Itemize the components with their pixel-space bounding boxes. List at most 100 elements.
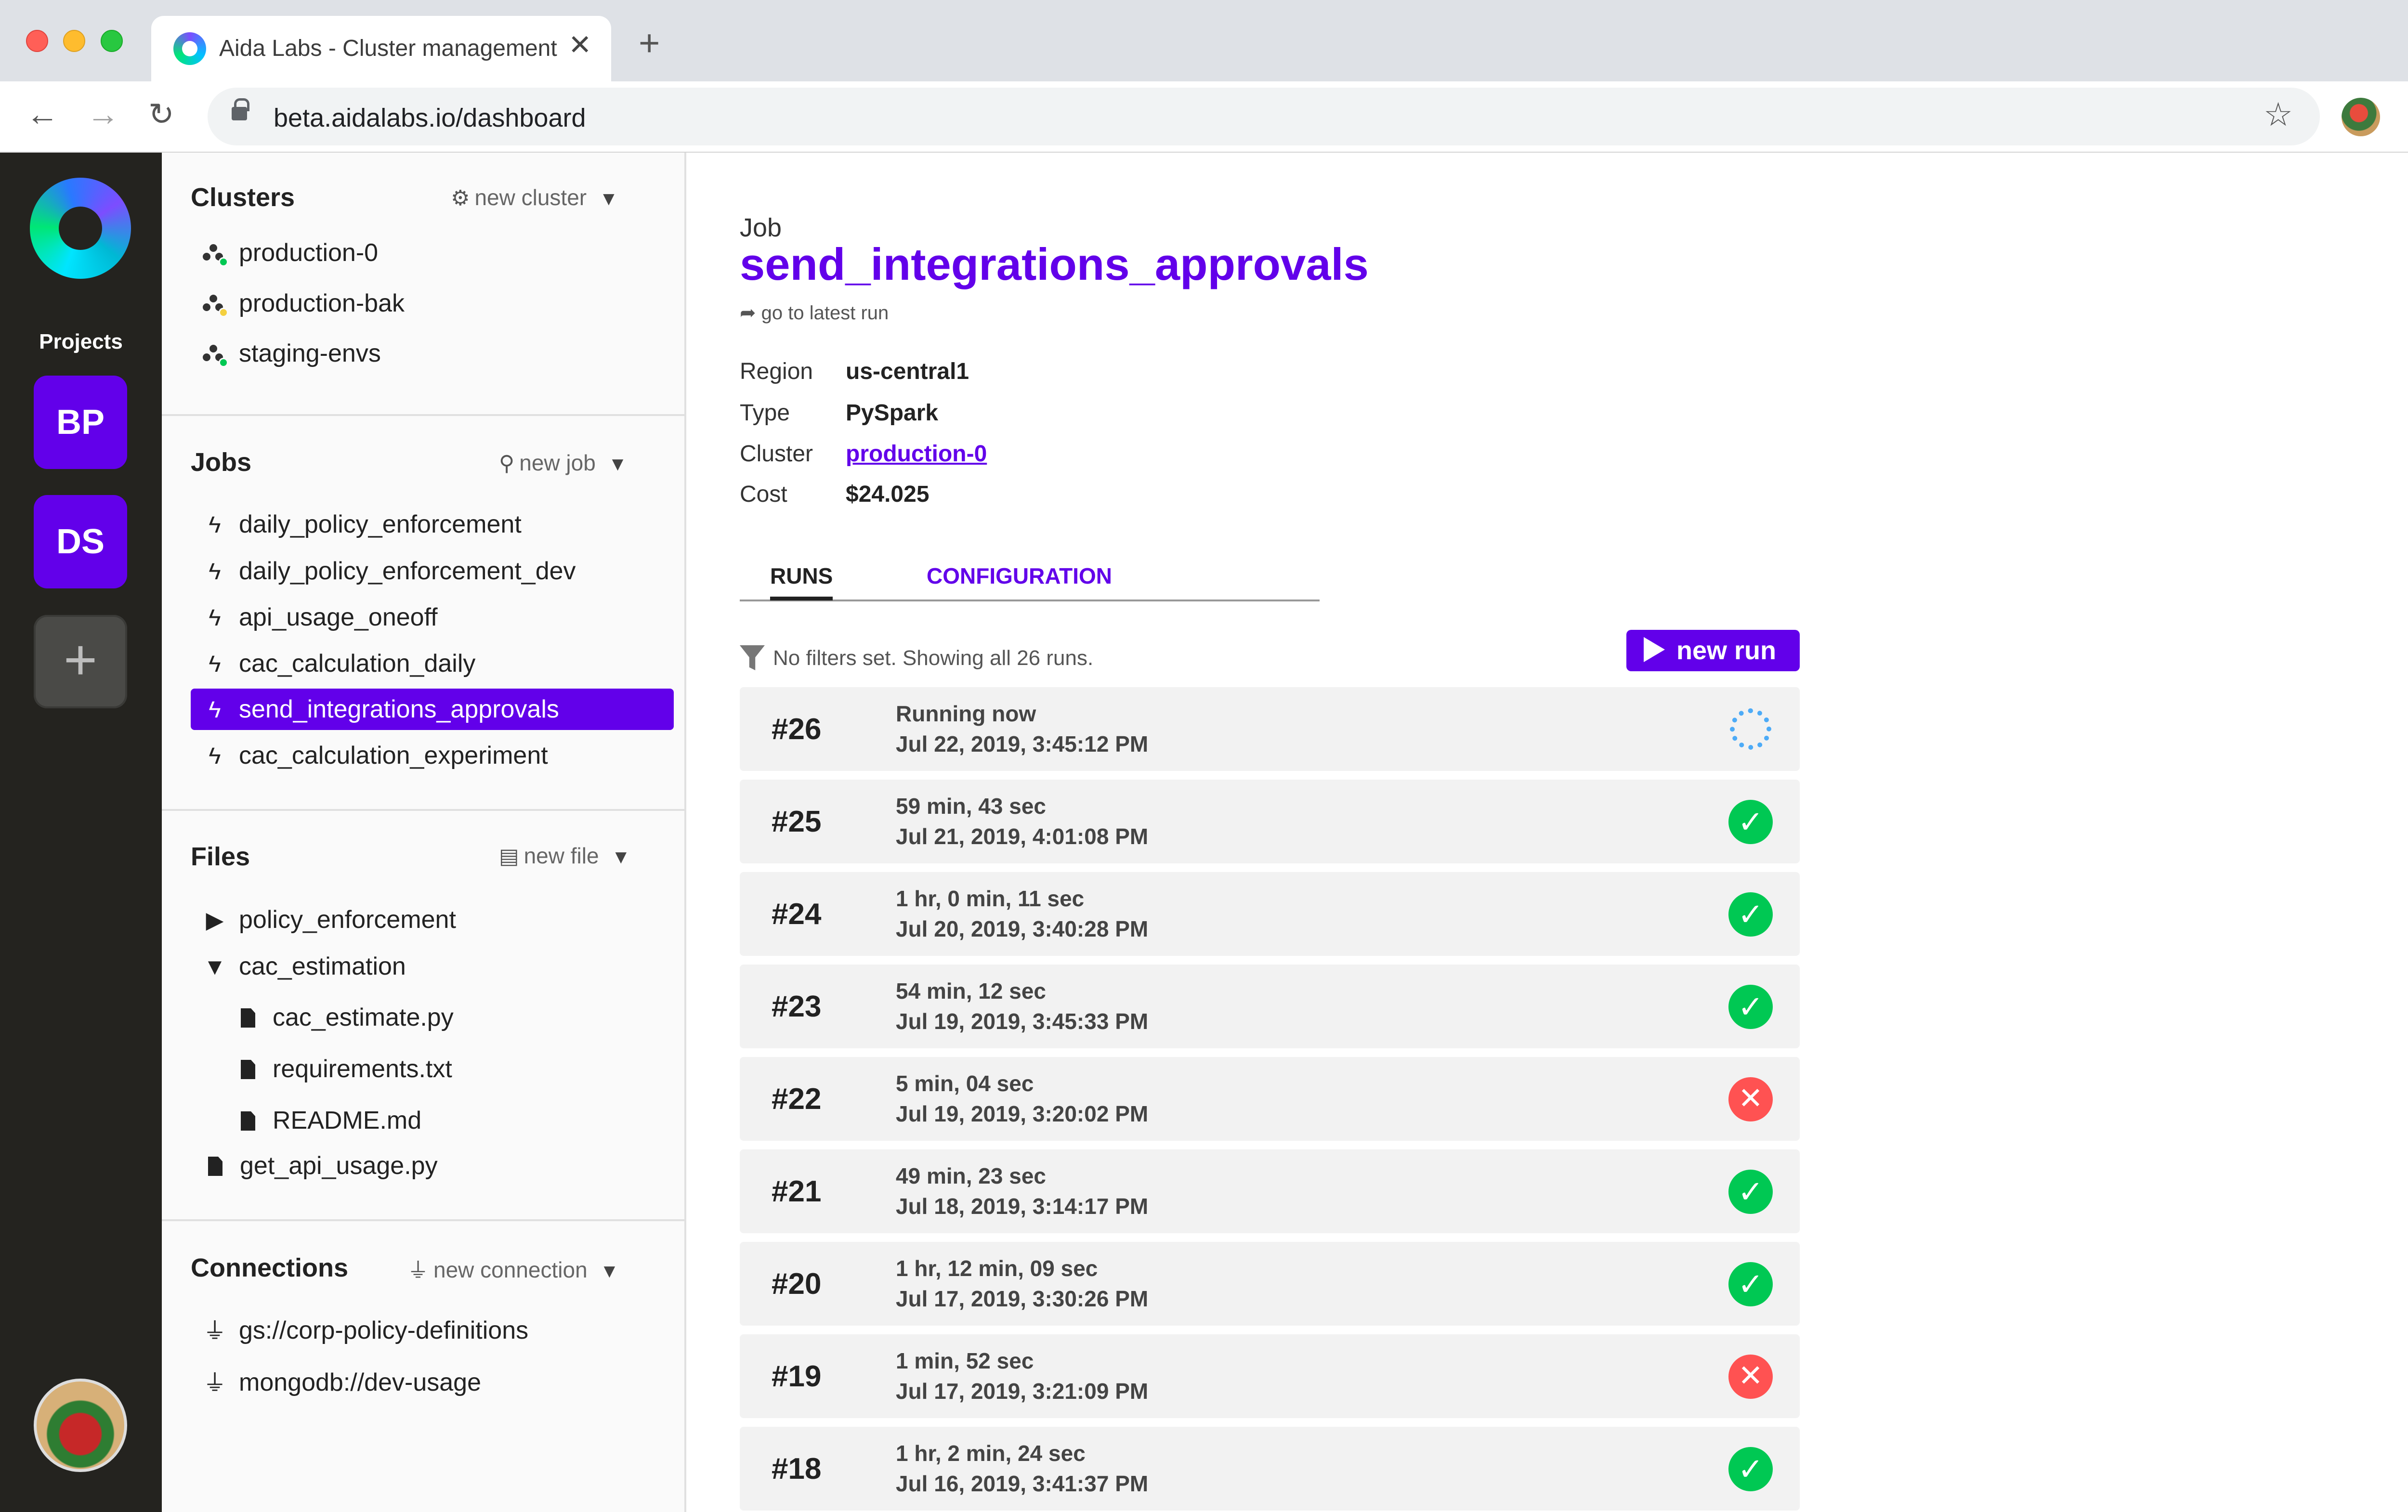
project-button-ds[interactable]: DS [34,495,127,588]
sidebar-item-cluster[interactable]: production-bak [191,289,405,330]
run-row[interactable]: #23 54 min, 12 sec Jul 19, 2019, 3:45:33… [740,965,1800,1048]
tab-runs[interactable]: RUNS [770,563,833,600]
sidebar-item-cluster[interactable]: staging-envs [191,339,381,380]
bolt-icon: ϟ [209,559,221,585]
run-row[interactable]: #22 5 min, 04 sec Jul 19, 2019, 3:20:02 … [740,1057,1800,1141]
cluster-link[interactable]: production-0 [846,441,987,467]
sidebar-item-job[interactable]: ϟ daily_policy_enforcement_dev [191,550,576,592]
new-connection-label: new connection [433,1257,588,1282]
sidebar-item-job-active[interactable]: ϟ send_integrations_approvals [191,689,674,730]
folder-label: policy_enforcement [239,906,456,934]
go-to-latest-run-link[interactable]: ➦ go to latest run [740,302,889,324]
job-tabs: RUNS CONFIGURATION [740,563,1320,601]
star-icon[interactable]: ☆ [2264,98,2293,131]
run-number: #25 [772,805,822,838]
type-value: PySpark [846,400,939,426]
window-maximize-button[interactable] [101,30,123,52]
file-label: README.md [273,1107,422,1134]
profile-avatar[interactable] [2342,98,2380,136]
new-job-label: new job [519,450,596,475]
user-avatar[interactable] [34,1379,127,1472]
back-arrow-icon[interactable]: ← [26,98,59,130]
run-duration: 1 hr, 0 min, 11 sec [896,886,1085,911]
tab-configuration[interactable]: CONFIGURATION [927,563,1112,589]
sidebar-item-cluster[interactable]: production-0 [191,238,378,280]
new-cluster-button[interactable]: ⚙ new cluster ▼ [451,184,618,210]
chevron-down-icon[interactable]: ▼ [608,454,628,475]
run-duration: 1 hr, 2 min, 24 sec [896,1441,1086,1466]
job-label: send_integrations_approvals [239,695,559,723]
new-tab-button[interactable]: + [639,25,660,62]
project-rail: Projects BP DS + [0,153,162,1512]
add-project-button[interactable]: + [34,615,127,708]
success-check-icon: ✓ [1728,1170,1773,1214]
new-file-label: new file [523,843,599,868]
run-date: Jul 22, 2019, 3:45:12 PM [896,731,1149,756]
region-label: Region [740,359,813,384]
filter-status-text: No filters set. Showing all 26 runs. [773,646,1094,670]
run-row[interactable]: #19 1 min, 52 sec Jul 17, 2019, 3:21:09 … [740,1334,1800,1418]
run-duration: 1 min, 52 sec [896,1348,1034,1373]
cluster-status-dot [219,358,228,368]
new-connection-button[interactable]: ⏚ new connection ▼ [407,1253,619,1284]
run-row[interactable]: #21 49 min, 23 sec Jul 18, 2019, 3:14:17… [740,1149,1800,1233]
window-close-button[interactable] [26,30,48,52]
project-button-bp[interactable]: BP [34,376,127,469]
sidebar-item-job[interactable]: ϟ api_usage_oneoff [191,597,438,638]
bolt-icon: ϟ [209,512,221,538]
browser-tab[interactable]: Aida Labs - Cluster management ✕ [151,16,611,81]
url-text[interactable]: beta.aidalabs.io/dashboard [274,103,586,133]
cluster-label: staging-envs [239,339,381,367]
caret-right-icon[interactable]: ▶ [191,900,239,941]
chevron-down-icon[interactable]: ▼ [612,847,631,868]
run-row[interactable]: #26 Running now Jul 22, 2019, 3:45:12 PM [740,687,1800,771]
run-row[interactable]: #20 1 hr, 12 min, 09 sec Jul 17, 2019, 3… [740,1242,1800,1326]
bolt-icon: ϟ [209,605,221,631]
files-section: Files ▤ new file ▼ ▶ policy_enforcement ▼ ca… [162,811,684,1221]
sidebar-item-connection[interactable]: ⏚ gs://corp-policy-definitions [191,1310,528,1351]
file-label: requirements.txt [273,1055,452,1083]
filter-icon[interactable] [740,645,765,670]
tab-close-icon[interactable]: ✕ [568,31,592,59]
file-icon [208,1157,222,1176]
cluster-icon [200,343,228,368]
new-file-button[interactable]: ▤ new file ▼ [499,843,630,869]
run-row[interactable]: #18 1 hr, 2 min, 24 sec Jul 16, 2019, 3:… [740,1427,1800,1511]
caret-down-icon[interactable]: ▼ [191,947,239,988]
connections-section: Connections ⏚ new connection ▼ ⏚ gs://corp-… [162,1221,684,1512]
job-label: cac_calculation_experiment [239,742,548,769]
sidebar-item-file[interactable]: get_api_usage.py [191,1145,438,1186]
reload-icon[interactable]: ↻ [148,99,174,130]
file-icon [241,1111,255,1131]
cost-value: $24.025 [846,482,929,507]
job-label: api_usage_oneoff [239,603,438,631]
sidebar-item-folder[interactable]: ▶ policy_enforcement [191,899,456,940]
sidebar-item-connection[interactable]: ⏚ mongodb://dev-usage [191,1362,481,1403]
files-title: Files [191,842,250,871]
sidebar-item-job[interactable]: ϟ cac_calculation_daily [191,643,475,684]
run-row[interactable]: #24 1 hr, 0 min, 11 sec Jul 20, 2019, 3:… [740,872,1800,956]
jobs-title: Jobs [191,448,252,477]
forward-arrow-icon[interactable]: → [87,98,119,130]
window-minimize-button[interactable] [63,30,85,52]
tab-title: Aida Labs - Cluster management [219,36,557,61]
new-run-button[interactable]: new run [1626,630,1800,671]
job-label: daily_policy_enforcement [239,510,522,538]
job-label: daily_policy_enforcement_dev [239,557,576,585]
chevron-down-icon[interactable]: ▼ [599,188,618,209]
run-duration: 59 min, 43 sec [896,794,1046,819]
sidebar-item-folder[interactable]: ▼ cac_estimation [191,946,406,987]
chevron-down-icon[interactable]: ▼ [600,1261,619,1282]
sidebar-item-job[interactable]: ϟ daily_policy_enforcement [191,504,522,545]
sidebar-item-job[interactable]: ϟ cac_calculation_experiment [191,735,548,776]
sidebar-item-file[interactable]: requirements.txt [223,1048,452,1090]
run-row[interactable]: #25 59 min, 43 sec Jul 21, 2019, 4:01:08… [740,780,1800,863]
address-bar[interactable]: beta.aidalabs.io/dashboard ☆ [208,88,2320,145]
app-logo[interactable] [30,178,131,279]
new-job-button[interactable]: ⚲ new job ▼ [499,450,627,476]
sidebar-item-file[interactable]: README.md [223,1100,421,1141]
sidebar-item-file[interactable]: cac_estimate.py [223,997,454,1038]
cluster-icon [200,243,228,267]
main-content: Job send_integrations_approvals ➦ go to … [686,153,2408,1512]
success-check-icon: ✓ [1728,985,1773,1029]
